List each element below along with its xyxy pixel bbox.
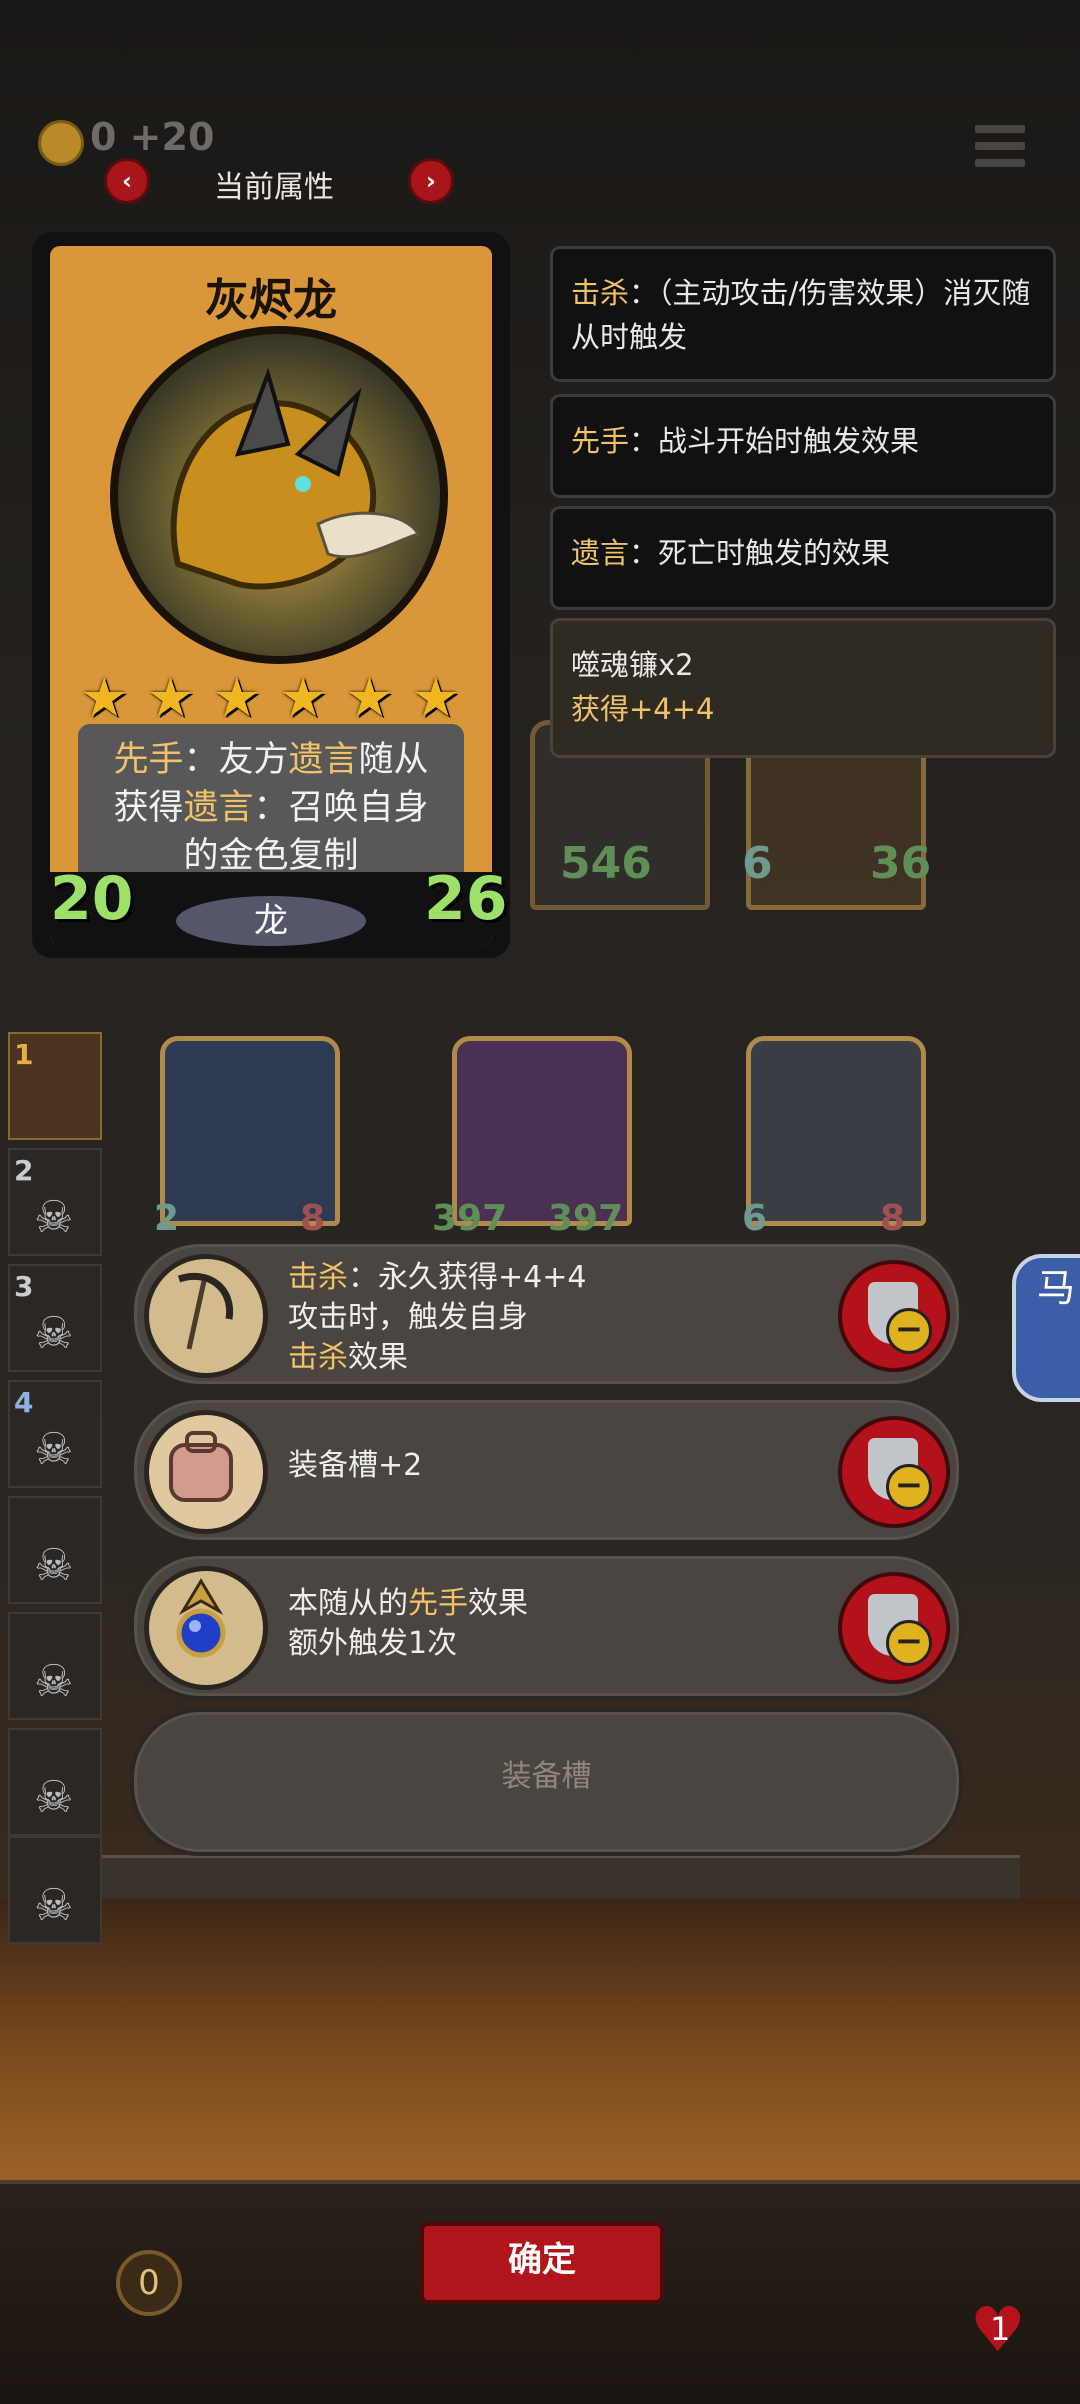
current-attributes-label: 当前属性 bbox=[214, 170, 334, 205]
skull-icon: ☠ bbox=[34, 1880, 74, 1931]
sidebar-slot[interactable]: ☠ bbox=[8, 1496, 102, 1604]
tribe-label: 龙 bbox=[176, 896, 366, 946]
ability-text-part: ：友方 bbox=[183, 740, 289, 780]
card-frame: 灰烬龙 ★ ★ ★ ★ ★ ★ 先手：友方遗言随从获得遗言：召唤自身的金色复制 … bbox=[50, 246, 492, 946]
ability-text: 先手：友方遗言随从获得遗言：召唤自身的金色复制 bbox=[96, 736, 446, 880]
sidebar-slot[interactable]: 2 ☠ bbox=[8, 1148, 102, 1256]
equipment-text: 击杀：永久获得+4+4 攻击时，触发自身 击杀效果 bbox=[288, 1258, 586, 1378]
sidebar-slot[interactable]: ☠ bbox=[8, 1836, 102, 1944]
attack-value: 20 bbox=[50, 864, 134, 934]
scythe-icon bbox=[144, 1254, 268, 1378]
equipment-row: 装备槽+2 − bbox=[130, 1396, 963, 1544]
ability-box: 先手：友方遗言随从获得遗言：召唤自身的金色复制 bbox=[78, 724, 464, 894]
unequip-button[interactable]: − bbox=[838, 1416, 950, 1528]
equipment-text-part: 效果 bbox=[468, 1586, 528, 1621]
star-icon: ★ bbox=[345, 666, 394, 729]
lives-count: 1 bbox=[990, 2310, 1011, 2348]
item-info-panel: 噬魂镰x2 获得+4+4 bbox=[550, 618, 1056, 758]
sidebar-slot[interactable]: 4 ☠ bbox=[8, 1380, 102, 1488]
equipment-text-part: ：永久获得+4+4 bbox=[348, 1260, 587, 1295]
backpack-icon bbox=[144, 1410, 268, 1534]
slot-number: 2 bbox=[14, 1154, 34, 1187]
board-shelf bbox=[60, 1855, 1020, 1898]
minion-attack: 2 bbox=[154, 1198, 180, 1239]
slot-number: 3 bbox=[14, 1270, 34, 1303]
keyword-panel: 先手：战斗开始时触发效果 bbox=[550, 394, 1056, 498]
star-icon: ★ bbox=[146, 666, 195, 729]
minion-health: 397 bbox=[548, 1198, 624, 1239]
dragon-portrait bbox=[110, 326, 448, 664]
ability-keyword: 遗言 bbox=[183, 788, 254, 828]
equipment-keyword: 击杀 bbox=[288, 1260, 348, 1295]
floating-assistant-button[interactable]: 马 bbox=[1012, 1254, 1080, 1402]
chevron-left-icon[interactable]: ‹ bbox=[104, 158, 150, 204]
star-rating: ★ ★ ★ ★ ★ ★ bbox=[80, 666, 460, 729]
equipment-text: 本随从的先手效果 额外触发1次 bbox=[288, 1584, 528, 1664]
unequip-button[interactable]: − bbox=[838, 1260, 950, 1372]
minus-icon: − bbox=[886, 1308, 932, 1354]
equipment-keyword: 击杀 bbox=[288, 1340, 348, 1375]
item-name: 噬魂镰x2 bbox=[571, 648, 694, 682]
skull-icon: ☠ bbox=[34, 1772, 74, 1823]
skull-icon: ☠ bbox=[34, 1308, 74, 1359]
minion-health: 8 bbox=[300, 1198, 326, 1239]
gold-count: 0 +20 bbox=[90, 115, 215, 159]
minion-health: 36 bbox=[870, 838, 932, 889]
chevron-right-icon[interactable]: › bbox=[408, 158, 454, 204]
sidebar-slot[interactable]: 1 bbox=[8, 1032, 102, 1140]
equipment-text: 装备槽+2 bbox=[288, 1446, 422, 1486]
equipment-row: 击杀：永久获得+4+4 攻击时，触发自身 击杀效果 − bbox=[130, 1240, 963, 1388]
equipment-text-part: 攻击时，触发自身 bbox=[288, 1300, 528, 1335]
slot-number: 1 bbox=[14, 1038, 34, 1071]
equipment-text-part: 本随从的 bbox=[288, 1586, 408, 1621]
menu-icon[interactable] bbox=[975, 125, 1025, 175]
equipment-text-part: 额外触发1次 bbox=[288, 1626, 458, 1661]
empty-equipment-slot[interactable]: 装备槽 bbox=[130, 1708, 963, 1856]
bottom-gold-counter: 0 bbox=[116, 2250, 182, 2316]
minion-attack: 6 bbox=[742, 838, 773, 889]
slot-number: 4 bbox=[14, 1386, 34, 1419]
health-value: 26 bbox=[424, 864, 508, 934]
sidebar-slot[interactable]: 3 ☠ bbox=[8, 1264, 102, 1372]
minion-health: 8 bbox=[880, 1198, 906, 1239]
card-name: 灰烬龙 bbox=[205, 275, 337, 326]
keyword-term: 遗言 bbox=[571, 536, 630, 570]
amulet-icon bbox=[144, 1566, 268, 1690]
skull-icon: ☠ bbox=[34, 1192, 74, 1243]
equipment-row: 本随从的先手效果 额外触发1次 − bbox=[130, 1552, 963, 1700]
star-icon: ★ bbox=[278, 666, 328, 729]
skull-icon: ☠ bbox=[34, 1656, 74, 1707]
keyword-term: 击杀 bbox=[571, 276, 630, 310]
minus-icon: − bbox=[886, 1464, 932, 1510]
keyword-panel: 遗言：死亡时触发的效果 bbox=[550, 506, 1056, 610]
confirm-button[interactable]: 确定 bbox=[420, 2222, 664, 2304]
minion-attack: 397 bbox=[432, 1198, 508, 1239]
skull-icon: ☠ bbox=[34, 1540, 74, 1591]
equipment-text-part: 装备槽+2 bbox=[288, 1448, 423, 1483]
minion-attack: 6 bbox=[742, 1198, 768, 1239]
minion-card: 灰烬龙 ★ ★ ★ ★ ★ ★ 先手：友方遗言随从获得遗言：召唤自身的金色复制 … bbox=[32, 232, 510, 958]
equipment-keyword: 先手 bbox=[408, 1586, 468, 1621]
unequip-button[interactable]: − bbox=[838, 1572, 950, 1684]
keyword-panel: 击杀：（主动攻击/伤害效果）消灭随从时触发 bbox=[550, 246, 1056, 382]
minion-attack: 546 bbox=[560, 838, 652, 889]
skull-icon: ☠ bbox=[34, 1424, 74, 1475]
keyword-term: 先手 bbox=[571, 424, 630, 458]
star-icon: ★ bbox=[80, 666, 129, 729]
coin-icon bbox=[38, 120, 84, 166]
minus-icon: − bbox=[886, 1620, 932, 1666]
star-icon: ★ bbox=[411, 666, 460, 729]
keyword-desc: ：（主动攻击/伤害效果）消灭随从时触发 bbox=[571, 276, 1031, 354]
item-effect: 获得+4+4 bbox=[571, 692, 715, 726]
ability-keyword: 先手 bbox=[113, 740, 184, 780]
sidebar-slot[interactable]: ☠ bbox=[8, 1612, 102, 1720]
star-icon: ★ bbox=[212, 666, 262, 729]
keyword-desc: ：战斗开始时触发效果 bbox=[629, 424, 920, 458]
keyword-desc: ：死亡时触发的效果 bbox=[629, 536, 891, 570]
sidebar-slot[interactable]: ☠ bbox=[8, 1728, 102, 1836]
equipment-text-part: 效果 bbox=[348, 1340, 408, 1375]
dragon-icon bbox=[170, 367, 421, 590]
ability-keyword: 遗言 bbox=[288, 740, 359, 780]
